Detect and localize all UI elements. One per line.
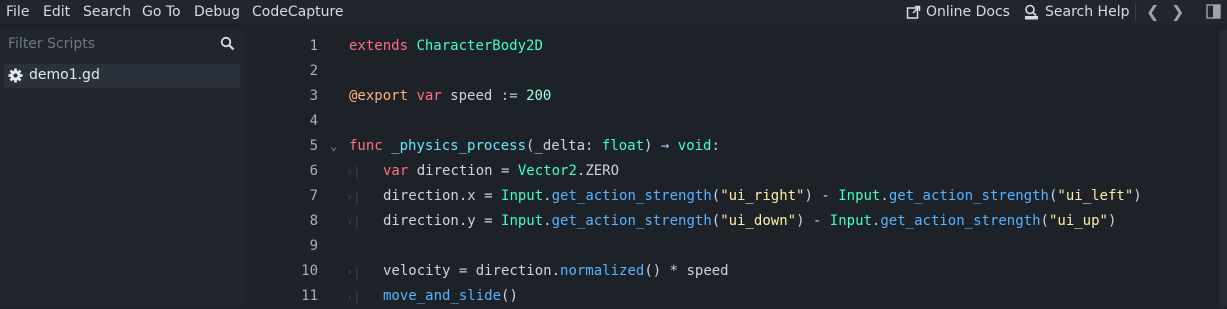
script-list-panel: Filter Scripts demo1.gd <box>0 30 244 307</box>
line-number: 8 <box>309 213 318 229</box>
gear-icon <box>8 68 23 83</box>
tab-indent-icon: ›| <box>346 215 361 229</box>
menu-file[interactable]: File <box>6 3 29 21</box>
code-text: direction.x = Input.get_action_strength(… <box>383 188 1142 204</box>
tab-indent-icon: ›| <box>346 290 361 304</box>
search-help-icon <box>1025 4 1038 20</box>
menu-edit[interactable]: Edit <box>43 3 70 21</box>
distraction-free-icon[interactable] <box>1206 4 1221 19</box>
code-line[interactable]: 5 ⌄ func _physics_process(_delta: float) →… <box>248 134 1227 159</box>
search-help-button[interactable]: Search Help <box>1024 2 1129 22</box>
line-number: 3 <box>309 88 318 104</box>
line-number: 5 <box>309 138 318 154</box>
code-text: move_and_slide() <box>383 288 518 304</box>
online-docs-button[interactable]: Online Docs <box>906 2 1010 22</box>
line-number: 2 <box>309 63 318 79</box>
code-line[interactable]: 4 <box>248 109 1227 134</box>
code-line[interactable]: 11 ›| move_and_slide() <box>248 284 1227 309</box>
tab-indent-icon: ›| <box>346 165 361 179</box>
script-item-demo1[interactable]: demo1.gd <box>4 64 240 88</box>
code-line[interactable]: 1 extends CharacterBody2D <box>248 34 1227 59</box>
tab-indent-icon: ›| <box>346 265 361 279</box>
filter-scripts-field[interactable]: Filter Scripts <box>0 30 244 58</box>
line-number: 6 <box>309 163 318 179</box>
code-text: velocity = direction.normalized() * spee… <box>383 263 729 279</box>
script-item-label: demo1.gd <box>29 67 100 83</box>
code-text: @export var speed := 200 <box>349 88 552 104</box>
filter-scripts-input[interactable]: Filter Scripts <box>8 36 95 52</box>
code-line[interactable]: 6 ›| var direction = Vector2.ZERO <box>248 159 1227 184</box>
code-text: func _physics_process(_delta: float) → v… <box>349 138 720 154</box>
code-text: extends CharacterBody2D <box>349 38 543 54</box>
menu-codecapture[interactable]: CodeCapture <box>252 3 344 21</box>
line-number: 7 <box>309 188 318 204</box>
code-line[interactable]: 9 <box>248 234 1227 259</box>
code-line[interactable]: 2 <box>248 59 1227 84</box>
search-help-label: Search Help <box>1045 4 1130 20</box>
menu-search[interactable]: Search <box>83 3 131 21</box>
code-editor[interactable]: 1 extends CharacterBody2D 2 3 @export var sp… <box>248 30 1227 307</box>
history-back-button[interactable]: ❮ <box>1146 3 1159 21</box>
menu-bar: File Edit Search Go To Debug CodeCapture… <box>0 0 1227 24</box>
code-line[interactable]: 10 ›| velocity = direction.normalized() * … <box>248 259 1227 284</box>
menu-go-to[interactable]: Go To <box>142 3 181 21</box>
tab-indent-icon: ›| <box>346 190 361 204</box>
code-text: direction.y = Input.get_action_strength(… <box>383 213 1117 229</box>
line-number: 9 <box>309 238 318 254</box>
fold-arrow-icon[interactable]: ⌄ <box>330 138 337 155</box>
toolbar-divider <box>1135 4 1136 20</box>
code-line[interactable]: 8 ›| direction.y = Input.get_action_streng… <box>248 209 1227 234</box>
line-number: 10 <box>301 263 318 279</box>
code-text: var direction = Vector2.ZERO <box>383 163 620 179</box>
history-forward-button[interactable]: ❯ <box>1171 3 1184 21</box>
line-number: 1 <box>309 38 318 54</box>
code-line[interactable]: 3 @export var speed := 200 <box>248 84 1227 109</box>
code-line[interactable]: 7 ›| direction.x = Input.get_action_streng… <box>248 184 1227 209</box>
external-link-icon <box>906 5 921 19</box>
line-number: 11 <box>301 288 318 304</box>
online-docs-label: Online Docs <box>926 4 1010 20</box>
search-icon <box>220 36 235 51</box>
line-number: 4 <box>309 113 318 129</box>
menu-debug[interactable]: Debug <box>194 3 240 21</box>
